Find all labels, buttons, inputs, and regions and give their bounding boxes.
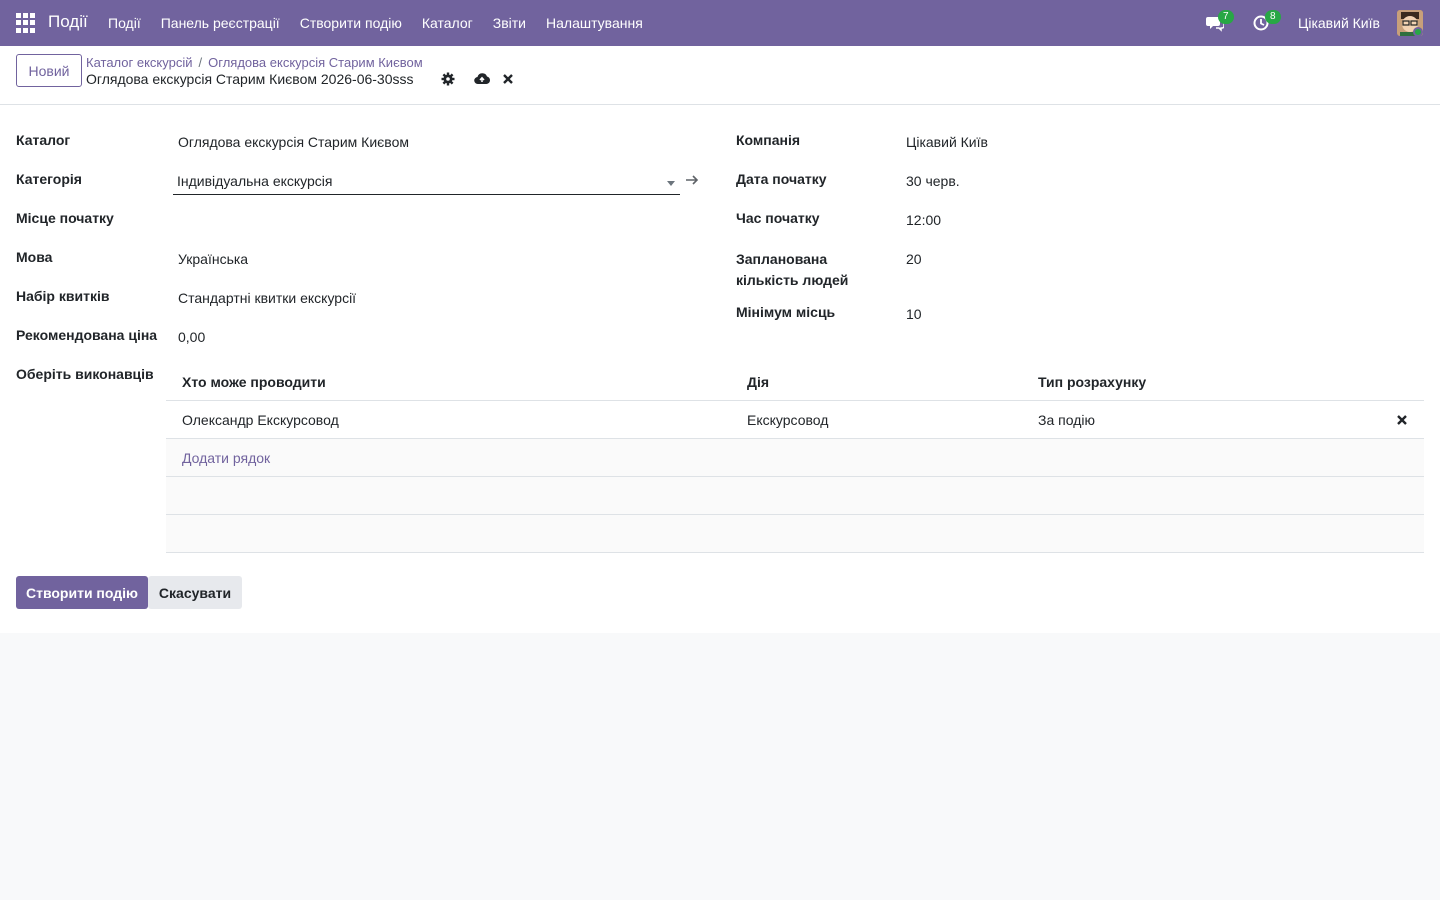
form-sheet: Каталог Оглядова екскурсія Старим Києвом… (0, 105, 1440, 633)
cell-calc-type[interactable]: За подію (1038, 412, 1095, 428)
label-start-time: Час початку (736, 210, 820, 226)
field-language[interactable]: Українська (178, 251, 248, 267)
breadcrumb-separator: / (198, 55, 203, 70)
app-name[interactable]: Події (48, 12, 88, 32)
menu-item-reports[interactable]: Звіти (493, 15, 526, 31)
breadcrumb-catalog[interactable]: Каталог екскурсій (86, 55, 193, 70)
messages-badge: 7 (1218, 10, 1234, 24)
column-who-can-lead[interactable]: Хто може проводити (182, 374, 326, 390)
delete-row-icon[interactable] (1396, 414, 1408, 426)
company-switcher[interactable]: Цікавий Київ (1298, 15, 1380, 31)
online-status-dot (1413, 27, 1423, 37)
chevron-down-icon (667, 181, 675, 186)
menu-item-settings[interactable]: Налаштування (546, 15, 643, 31)
record-title: Оглядова екскурсія Старим Києвом 2026-06… (86, 71, 414, 87)
cancel-button[interactable]: Скасувати (148, 576, 242, 609)
activities-button[interactable]: 8 (1253, 10, 1281, 33)
label-min-seats: Мінімум місць (736, 304, 836, 320)
menu-item-registration-desk[interactable]: Панель реєстрації (161, 15, 280, 31)
label-category: Категорія (16, 171, 82, 187)
create-event-button[interactable]: Створити подію (16, 576, 148, 609)
table-row[interactable]: Олександр Екскурсовод Екскурсовод За под… (166, 401, 1424, 439)
control-panel: Новий Каталог екскурсій / Оглядова екскурс… (0, 46, 1440, 105)
close-icon[interactable] (502, 73, 514, 85)
field-start-time[interactable]: 12:00 (906, 212, 941, 228)
label-select-performers: Оберіть виконавців (16, 366, 154, 382)
internal-link-arrow-icon[interactable] (685, 173, 699, 187)
label-recommended-price: Рекомендована ціна (16, 327, 158, 343)
category-value: Індивідуальна екскурсія (177, 173, 333, 189)
field-min-seats[interactable]: 10 (906, 306, 922, 322)
empty-row (166, 477, 1424, 515)
breadcrumb: Каталог екскурсій / Оглядова екскурсія Ста… (86, 55, 423, 70)
label-start-date: Дата початку (736, 171, 827, 187)
field-catalog[interactable]: Оглядова екскурсія Старим Києвом (178, 134, 409, 150)
label-language: Мова (16, 249, 53, 265)
field-company[interactable]: Цікавий Київ (906, 134, 988, 150)
column-calc-type[interactable]: Тип розрахунку (1038, 374, 1146, 390)
new-button[interactable]: Новий (16, 54, 82, 87)
label-start-place: Місце початку (16, 210, 114, 226)
label-ticket-set: Набір квитків (16, 288, 110, 304)
add-line-link[interactable]: Додати рядок (182, 450, 270, 466)
cell-action[interactable]: Екскурсовод (747, 412, 828, 428)
add-line-row: Додати рядок (166, 439, 1424, 477)
messages-button[interactable]: 7 (1206, 10, 1234, 33)
field-planned-people[interactable]: 20 (906, 251, 922, 267)
activities-badge: 8 (1265, 10, 1281, 24)
empty-row (166, 515, 1424, 553)
label-company: Компанія (736, 132, 801, 148)
field-start-date[interactable]: 30 черв. (906, 173, 960, 189)
menu-item-catalog[interactable]: Каталог (422, 15, 473, 31)
breadcrumb-record[interactable]: Оглядова екскурсія Старим Києвом (208, 55, 423, 70)
cell-who[interactable]: Олександр Екскурсовод (182, 412, 339, 428)
column-action[interactable]: Дія (747, 374, 769, 390)
table-header: Хто може проводити Дія Тип розрахунку (166, 363, 1424, 401)
field-recommended-price[interactable]: 0,00 (178, 329, 205, 345)
menu-item-events[interactable]: Події (108, 15, 141, 31)
menu-item-create-event[interactable]: Створити подію (300, 15, 402, 31)
cloud-upload-icon[interactable] (474, 72, 490, 86)
gear-icon[interactable] (441, 72, 455, 86)
main-menu: Події Панель реєстрації Створити подію К… (108, 15, 663, 31)
label-planned-people: Запланована кількість людей (736, 251, 849, 288)
category-select[interactable]: Індивідуальна екскурсія (173, 171, 680, 195)
label-catalog: Каталог (16, 132, 71, 148)
field-ticket-set[interactable]: Стандартні квитки екскурсії (178, 290, 356, 306)
apps-menu-icon[interactable] (16, 13, 36, 33)
